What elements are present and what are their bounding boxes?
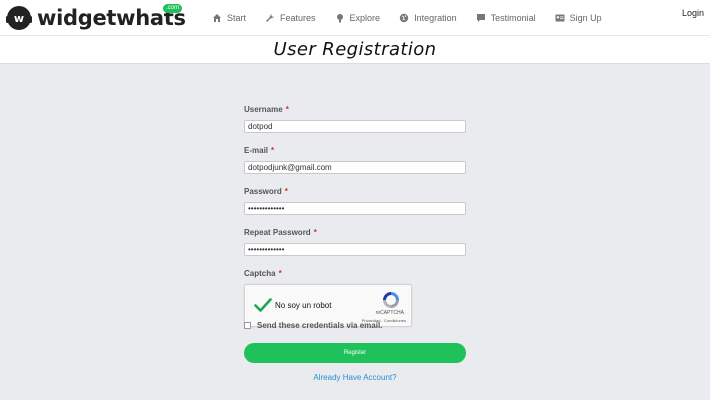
lightbulb-icon xyxy=(336,13,343,22)
required-mark: * xyxy=(285,105,289,114)
main-nav: Start Features Explore Integration Testi… xyxy=(212,0,621,35)
register-button[interactable]: Register xyxy=(244,343,466,363)
required-mark: * xyxy=(271,146,275,155)
nav-item-testimonial[interactable]: Testimonial xyxy=(476,13,536,23)
svg-text:w: w xyxy=(14,12,24,25)
nav-item-label: Explore xyxy=(349,12,381,23)
username-label-text: Username xyxy=(244,105,283,114)
email-input[interactable] xyxy=(244,161,466,174)
site-logo[interactable]: w widgetwhats xyxy=(4,3,186,33)
password-label-text: Password xyxy=(244,187,282,196)
repeat-password-label: Repeat Password * xyxy=(244,227,466,238)
nav-item-integration[interactable]: Integration xyxy=(399,13,457,23)
headset-logo-icon: w xyxy=(4,3,34,33)
email-label: E-mail * xyxy=(244,145,466,156)
home-icon xyxy=(213,13,221,22)
globe-icon xyxy=(399,13,409,22)
top-navigation-bar: w widgetwhats .com Start Features Explor… xyxy=(0,0,710,35)
nav-item-label: Features xyxy=(280,12,316,23)
captcha-label: Captcha * xyxy=(244,268,466,279)
nav-item-sign-up[interactable]: Sign Up xyxy=(555,13,602,23)
required-mark: * xyxy=(284,187,288,196)
nav-item-label: Integration xyxy=(414,12,457,23)
brand-badge: .com xyxy=(163,4,183,13)
password-group: Password * xyxy=(244,186,466,215)
nav-item-label: Start xyxy=(227,12,247,23)
username-input[interactable] xyxy=(244,120,466,133)
send-credentials-checkbox[interactable] xyxy=(244,322,251,329)
recaptcha-brand: reCAPTCHA xyxy=(375,310,404,316)
nav-item-explore[interactable]: Explore xyxy=(335,12,381,23)
nav-item-label: Testimonial xyxy=(490,12,536,23)
email-label-text: E-mail xyxy=(244,146,269,155)
password-input[interactable] xyxy=(244,202,466,215)
checkmark-icon xyxy=(254,298,272,312)
nav-item-features[interactable]: Features xyxy=(265,13,316,23)
captcha-checkbox-text: No soy un robot xyxy=(275,301,332,310)
username-group: Username * xyxy=(244,104,466,133)
required-mark: * xyxy=(313,228,317,237)
id-card-icon xyxy=(555,14,565,21)
nav-item-label: Sign Up xyxy=(569,12,602,23)
captcha-label-text: Captcha xyxy=(244,269,276,278)
repeat-password-label-text: Repeat Password xyxy=(244,228,311,237)
repeat-password-group: Repeat Password * xyxy=(244,227,466,256)
nav-item-start[interactable]: Start xyxy=(212,13,246,23)
recaptcha-logo-icon xyxy=(383,292,399,308)
registration-form: Username* E-mail* Password* Repeat Passw… xyxy=(244,104,466,382)
captcha-group: Captcha * No soy un robot reCAPTCHA Priva… xyxy=(244,268,466,327)
wrench-icon xyxy=(266,13,275,22)
chat-icon xyxy=(476,13,485,22)
already-have-account-link[interactable]: Already Have Account? xyxy=(244,373,466,382)
page-title-bar: User Registration xyxy=(0,35,710,64)
password-label: Password * xyxy=(244,186,466,197)
page-title: User Registration xyxy=(273,39,437,60)
required-mark: * xyxy=(278,269,282,278)
send-credentials-row[interactable]: Send these credentials via email. xyxy=(244,321,382,330)
username-label: Username * xyxy=(244,104,466,115)
send-credentials-label: Send these credentials via email. xyxy=(257,321,383,330)
email-group: E-mail * xyxy=(244,145,466,174)
login-link[interactable]: Login xyxy=(682,8,704,18)
repeat-password-input[interactable] xyxy=(244,243,466,256)
